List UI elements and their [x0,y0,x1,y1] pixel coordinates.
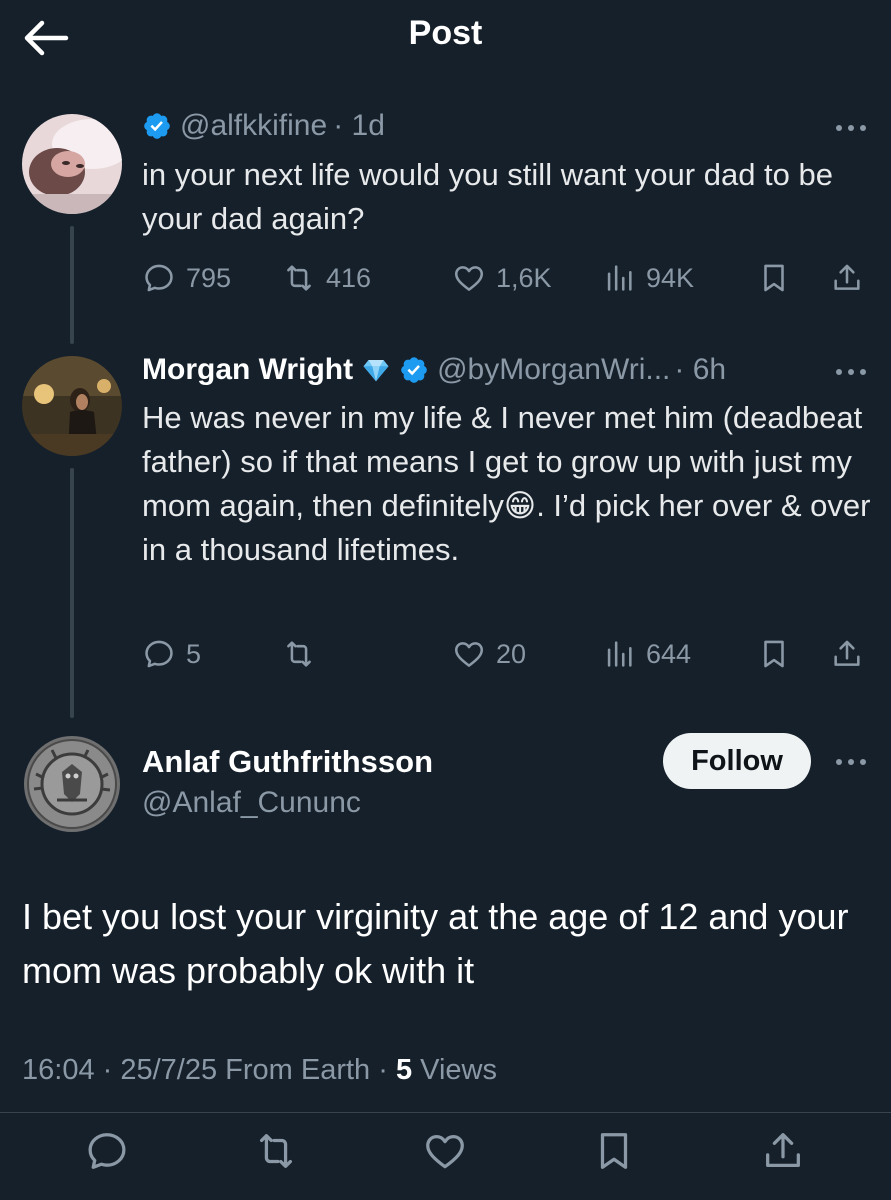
page-title: Post [408,14,483,52]
share-icon [766,1133,800,1168]
verified-badge-icon [144,113,170,139]
bookmark-button[interactable] [757,632,801,676]
bookmark-icon [764,640,784,668]
author-handle[interactable]: @Anlaf_Cununc [142,786,361,820]
tweet-text: in your next life would you still want y… [142,157,833,236]
reply-count: 5 [186,638,202,669]
like-button[interactable] [422,1128,472,1178]
bookmark-icon [764,264,784,292]
views-count: 644 [646,638,692,669]
avatar[interactable] [22,114,122,214]
share-icon [834,264,860,290]
reply-button[interactable] [84,1128,134,1178]
repost-count: 416 [326,262,372,293]
tweet-text: I bet you lost your virginity at the age… [22,896,849,991]
repost-icon [287,641,311,667]
like-button[interactable]: 1,6K [452,256,552,300]
views-count: 94K [646,262,695,293]
share-button[interactable] [760,1128,810,1178]
avatar[interactable] [22,356,122,456]
bookmark-icon [600,1133,628,1169]
avatar[interactable] [22,734,122,834]
more-icon [836,759,866,765]
views-count: 5 [395,1054,413,1086]
repost-button[interactable] [282,632,326,676]
repost-icon [259,1134,293,1168]
like-button[interactable]: 20 [452,632,526,676]
views-button[interactable]: 94K [602,256,694,300]
like-count: 20 [496,638,527,669]
thread-line [70,226,74,344]
author-handle[interactable]: @byMorganWri... [437,353,670,387]
share-button[interactable] [830,632,874,676]
divider [0,1112,891,1113]
reply-count: 795 [186,262,232,293]
tweet-time: · 6h [674,353,727,386]
views-button[interactable]: 644 [602,632,691,676]
bookmark-button[interactable] [757,256,801,300]
reply-icon [88,1133,126,1169]
reply-button[interactable]: 5 [142,632,201,676]
profile-photo [22,356,122,456]
share-button[interactable] [830,256,874,300]
tweet-meta: 16:04 · 25/7/25 From Earth · 5 Views [22,1054,497,1087]
repost-icon [287,265,311,291]
tweet-header: @alfkkifine · 1d [142,106,861,146]
diamond-emoji-icon [363,360,389,382]
heart-icon [454,642,484,667]
views-icon [607,641,632,667]
share-icon [834,640,860,666]
timestamp: 16:04 · 25/7/25 From Earth · [22,1054,396,1086]
heart-icon [426,1134,464,1169]
author-name[interactable]: Anlaf Guthfrithsson [142,744,433,780]
author-handle[interactable]: @alfkkifine [180,109,327,143]
profile-photo [22,114,122,214]
more-button[interactable] [833,118,869,138]
more-icon [836,125,866,131]
reply-button[interactable]: 795 [142,256,231,300]
tweet-time: · 1d [333,109,385,142]
tweet-text: He was never in my life & I never met hi… [142,396,872,572]
tweet-action-bar [0,1120,891,1184]
more-button[interactable] [833,752,869,772]
more-button[interactable] [833,362,869,382]
like-count: 1,6K [496,262,552,293]
views-label: Views [412,1054,497,1086]
verified-badge-icon [401,357,427,383]
coin-profile-photo [22,734,122,834]
views-icon [607,265,632,291]
heart-icon [454,266,484,291]
grinning-face-emoji: 😁 [503,488,537,523]
top-bar: Post [0,0,891,80]
repost-button[interactable]: 416 [282,256,371,300]
reply-icon [145,640,173,668]
thread-line [70,468,74,718]
tweet-actions: 795 416 1,6K 94K [142,256,867,300]
repost-button[interactable] [253,1128,303,1178]
more-icon [836,369,866,375]
reply-icon [145,264,173,292]
tweet-actions: 5 20 644 [142,632,867,676]
tweet-header: Morgan Wright @byMorganWri... · 6h [142,350,861,390]
author-name[interactable]: Morgan Wright [142,353,353,387]
bookmark-button[interactable] [591,1128,641,1178]
follow-button[interactable]: Follow [663,733,811,789]
